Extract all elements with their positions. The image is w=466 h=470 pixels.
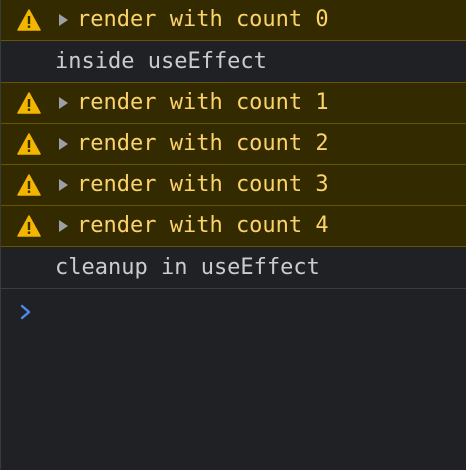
console-message-warning[interactable]: render with count 0: [1, 0, 466, 41]
console-message-text: render with count 3: [77, 172, 329, 197]
expand-arrow-icon[interactable]: [59, 14, 68, 26]
warning-icon: [17, 133, 41, 155]
chevron-right-icon: [20, 304, 31, 320]
warning-icon: [17, 215, 41, 237]
expand-arrow-icon[interactable]: [59, 220, 68, 232]
console-message-text: cleanup in useEffect: [55, 254, 320, 280]
warning-icon: [17, 9, 41, 31]
console-message-warning[interactable]: render with count 2: [1, 123, 466, 165]
expand-arrow-icon[interactable]: [59, 138, 68, 150]
console-message-text: inside useEffect: [55, 48, 267, 74]
warning-icon: [17, 174, 41, 196]
expand-arrow-icon[interactable]: [59, 179, 68, 191]
console-prompt[interactable]: [1, 289, 466, 335]
console-message-text: render with count 2: [77, 131, 329, 156]
expand-arrow-icon[interactable]: [59, 97, 68, 109]
console-message-text: render with count 4: [77, 213, 329, 238]
console-panel: render with count 0 inside useEffect ren…: [0, 0, 466, 469]
console-message-warning[interactable]: render with count 4: [1, 205, 466, 247]
warning-icon: [17, 92, 41, 114]
console-message-log: inside useEffect: [1, 41, 466, 83]
console-message-text: render with count 0: [77, 7, 329, 32]
console-message-log: cleanup in useEffect: [1, 247, 466, 289]
console-message-warning[interactable]: render with count 1: [1, 82, 466, 124]
console-message-warning[interactable]: render with count 3: [1, 164, 466, 206]
console-input[interactable]: [33, 289, 466, 335]
console-message-text: render with count 1: [77, 90, 329, 115]
